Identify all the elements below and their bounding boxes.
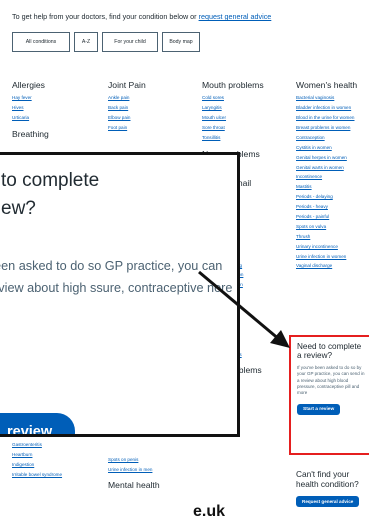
condition-link[interactable]: Thrush [296,232,369,242]
condition-link[interactable]: Heartburn [12,450,102,460]
heading-breathing: Breathing [12,128,49,139]
cant-find-section: Can't find your health condition? Reques… [296,469,369,508]
condition-link[interactable]: Contraception [296,133,369,143]
condition-link[interactable]: Urinary incontinence [296,242,369,252]
list-mouth-problems: Cold sores Laryngitis Mouth ulcer Sore t… [202,93,292,142]
heading-allergies: Allergies [12,80,45,90]
condition-link[interactable]: Incontinence [296,172,369,182]
filter-all-conditions-button[interactable]: All conditions [12,32,70,52]
intro-text: To get help from your doctors, find your… [12,12,271,21]
condition-link[interactable]: Laryngitis [202,103,292,113]
condition-link[interactable]: Hives [12,103,102,113]
zoomed-review-body: been asked to do so GP practice, you can… [0,256,233,299]
condition-link[interactable]: Periods - heavy [296,202,369,212]
condition-link[interactable]: Vaginal discharge [296,261,369,271]
condition-link[interactable]: Foot pain [108,123,198,133]
condition-link[interactable]: Spots on penis [108,455,198,465]
column-allergies: Allergies Hay fever Hives Urticaria Brea… [12,80,102,142]
condition-link[interactable]: Sore throat [202,123,292,133]
condition-link[interactable]: Cystitis in women [296,143,369,153]
heading-womens-health: Women's health [296,80,358,90]
footer-brand-text: e.uk [193,503,226,520]
condition-link[interactable]: Breast problems in women [296,123,369,133]
zoomed-start-review-label: review [7,424,53,437]
condition-link[interactable]: Hay fever [12,93,102,103]
condition-link[interactable]: Mastitis [296,182,369,192]
condition-link[interactable]: Urticaria [12,113,102,123]
condition-link[interactable]: Genital herpes in women [296,153,369,163]
filter-for-your-child-button[interactable]: For your child [102,32,158,52]
condition-link[interactable]: Bladder infection in women [296,103,369,113]
filter-body-map-button[interactable]: Body map [162,32,200,52]
condition-link[interactable]: Elbow pain [108,113,198,123]
condition-link[interactable]: Indigestion [12,460,102,470]
condition-link[interactable]: Periods - painful [296,212,369,222]
zoomed-review-body-text: been asked to do so GP practice, you can… [0,259,233,295]
list-joint-pain: Ankle pain Back pain Elbow pain Foot pai… [108,93,198,133]
cant-find-title: Can't find your health condition? [296,469,359,489]
heading-mouth-problems: Mouth problems [202,80,264,90]
review-callout-body: If you've been asked to do so by your GP… [297,364,365,396]
zoomed-review-title-line2: ew? [1,198,36,220]
condition-link[interactable]: Tonsillitis [202,133,292,143]
zoomed-review-callout: to complete ew? been asked to do so GP p… [0,152,240,437]
filter-a-z-button[interactable]: A-Z [74,32,98,52]
filter-bar: All conditions A-Z For your child Body m… [12,32,200,52]
review-callout: Need to complete a review? If you've bee… [289,335,369,455]
condition-link[interactable]: Spots on vulva [296,222,369,232]
request-general-advice-button[interactable]: Request general advice [296,495,360,507]
column-joint-pain: Joint Pain Ankle pain Back pain Elbow pa… [108,80,198,133]
column-womens-health: Women's health Bacterial vaginosis Bladd… [296,80,369,271]
intro-text-label: To get help from your doctors, find your… [12,12,197,21]
zoomed-start-review-button[interactable]: review [0,413,75,437]
condition-link[interactable]: Genital warts in women [296,163,369,173]
request-general-advice-link[interactable]: request general advice [199,12,272,21]
condition-link[interactable]: Irritable bowel syndrome [12,470,102,480]
condition-link[interactable]: Back pain [108,103,198,113]
condition-link[interactable]: Urine infection in men [108,465,198,475]
list-mens-health: Spots on penis Urine infection in men [108,455,198,475]
condition-link[interactable]: Mouth ulcer [202,113,292,123]
heading-mental-health: Mental health [108,480,160,490]
condition-link[interactable]: Urine infection in women [296,252,369,262]
column-mens-lower: Spots on penis Urine infection in men Me… [108,455,198,490]
zoomed-review-title: to complete ew? [0,167,99,223]
list-womens-health: Bacterial vaginosis Bladder infection in… [296,93,369,271]
list-stomach: Gastroenteritis Heartburn Indigestion Ir… [12,440,102,480]
condition-link[interactable]: Gastroenteritis [12,440,102,450]
start-review-button[interactable]: Start a review [297,403,341,415]
condition-link[interactable]: Bacterial vaginosis [296,93,369,103]
condition-link[interactable]: Cold sores [202,93,292,103]
zoomed-review-title-line1: to complete [1,170,100,191]
review-callout-title: Need to complete a review? [297,342,362,361]
heading-joint-pain: Joint Pain [108,80,146,90]
condition-link[interactable]: Blood in the urine for women [296,113,369,123]
condition-link[interactable]: Ankle pain [108,93,198,103]
list-allergies: Hay fever Hives Urticaria [12,93,102,123]
condition-link[interactable]: Periods - delaying [296,192,369,202]
